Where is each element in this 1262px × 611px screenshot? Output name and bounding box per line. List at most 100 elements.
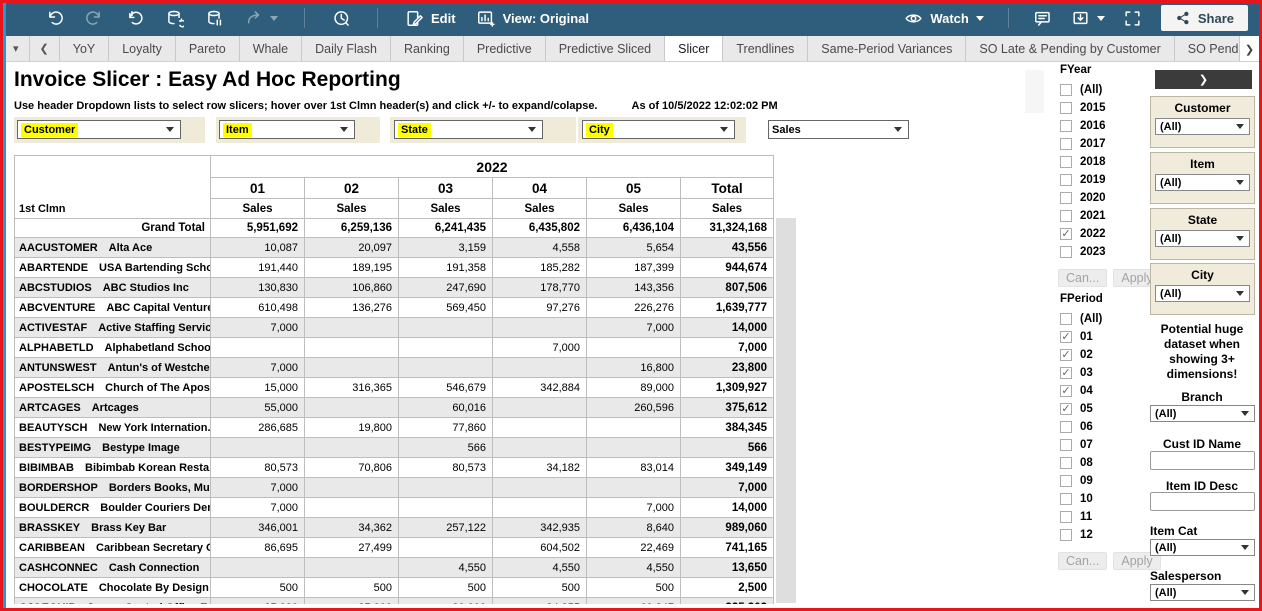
sales-value[interactable]: 19,800 (305, 418, 399, 438)
item-filter-dropdown[interactable]: (All) (1155, 174, 1250, 191)
sales-value[interactable]: 316,365 (305, 378, 399, 398)
sales-value[interactable]: 7,000 (211, 478, 305, 498)
sales-value[interactable]: 191,440 (211, 258, 305, 278)
sales-value[interactable]: 226,276 (587, 298, 681, 318)
fperiod-cancel-button[interactable]: Can... (1058, 552, 1107, 570)
row-total-value[interactable]: 23,800 (681, 358, 774, 378)
sales-value[interactable]: 136,276 (305, 298, 399, 318)
item-cat-dropdown[interactable]: (All) (1150, 539, 1255, 556)
state-slicer-dropdown[interactable]: State (394, 120, 543, 139)
sales-value[interactable]: 34,362 (305, 518, 399, 538)
sales-value[interactable]: 546,679 (399, 378, 493, 398)
sales-value[interactable]: 27,499 (305, 538, 399, 558)
sales-value[interactable]: 143,356 (587, 278, 681, 298)
row-label[interactable]: BORDERSHOP Borders Books, Mus.. (15, 478, 211, 498)
measure-dropdown[interactable]: Sales (768, 120, 909, 139)
unchecked-checkbox-icon[interactable] (1060, 210, 1072, 222)
pause-updates-icon[interactable] (204, 8, 224, 28)
sales-value[interactable]: 4,558 (493, 238, 587, 258)
fperiod-option-12[interactable]: 12 (1056, 526, 1148, 544)
sales-value[interactable] (211, 438, 305, 458)
fperiod-option-02[interactable]: ✓02 (1056, 346, 1148, 364)
row-label[interactable]: BEAUTYSCH New York Internation.. (15, 418, 211, 438)
sales-value[interactable]: 257,122 (399, 518, 493, 538)
row-total-value[interactable]: 741,165 (681, 538, 774, 558)
fyear-option-2023[interactable]: 2023 (1056, 243, 1148, 261)
salesperson-dropdown[interactable]: (All) (1150, 584, 1255, 601)
fperiod-option-all[interactable]: (All) (1056, 310, 1148, 328)
unchecked-checkbox-icon[interactable] (1060, 457, 1072, 469)
grand-total-value[interactable]: 5,951,692 (211, 219, 305, 238)
checked-checkbox-icon[interactable]: ✓ (1060, 367, 1072, 379)
grand-total-value[interactable]: 6,435,802 (493, 219, 587, 238)
period-header[interactable]: 01 (211, 178, 305, 199)
sales-value[interactable]: 83,014 (587, 458, 681, 478)
tab-pareto[interactable]: Pareto (176, 36, 240, 61)
unchecked-checkbox-icon[interactable] (1060, 529, 1072, 541)
sales-value[interactable]: 4,550 (587, 558, 681, 578)
sales-value[interactable] (399, 338, 493, 358)
fyear-option-2016[interactable]: 2016 (1056, 117, 1148, 135)
sales-value[interactable] (399, 498, 493, 518)
sales-value[interactable]: 60,247 (587, 598, 681, 605)
sales-value[interactable]: 55,000 (211, 398, 305, 418)
city-filter-dropdown[interactable]: (All) (1155, 285, 1250, 302)
row-label[interactable]: ANTUNSWEST Antun's of Westche.. (15, 358, 211, 378)
tab-scroll-left[interactable]: ❮ (30, 36, 60, 61)
sales-value[interactable] (493, 358, 587, 378)
row-label[interactable]: ARTCAGES Artcages (15, 398, 211, 418)
fyear-option-2021[interactable]: 2021 (1056, 207, 1148, 225)
tab-whale[interactable]: Whale (240, 36, 302, 61)
sales-value[interactable]: 70,806 (305, 458, 399, 478)
row-label[interactable]: BOULDERCR Boulder Couriers Den.. (15, 498, 211, 518)
row-total-value[interactable]: 7,000 (681, 478, 774, 498)
row-total-value[interactable]: 384,345 (681, 418, 774, 438)
view-original-button[interactable]: View: Original (476, 8, 589, 28)
row-label[interactable]: CJOEQUIP Jersey Central Office Eq.. (15, 598, 211, 605)
download-icon[interactable] (1071, 8, 1091, 28)
fyear-option-2017[interactable]: 2017 (1056, 135, 1148, 153)
period-header[interactable]: 04 (493, 178, 587, 199)
city-slicer-dropdown[interactable]: City (582, 120, 735, 139)
share-button[interactable]: Share (1161, 5, 1248, 31)
unchecked-checkbox-icon[interactable] (1060, 120, 1072, 132)
sales-value[interactable]: 106,860 (305, 278, 399, 298)
sales-value[interactable]: 500 (211, 578, 305, 598)
unchecked-checkbox-icon[interactable] (1060, 138, 1072, 150)
tab-yoy[interactable]: YoY (60, 36, 109, 61)
total-header[interactable]: Total (681, 178, 774, 199)
item-slicer-dropdown[interactable]: Item (219, 120, 355, 139)
checked-checkbox-icon[interactable]: ✓ (1060, 228, 1072, 240)
row-label[interactable]: ACTIVESTAF Active Staffing Service (15, 318, 211, 338)
unchecked-checkbox-icon[interactable] (1060, 313, 1072, 325)
fyear-option-2019[interactable]: 2019 (1056, 171, 1148, 189)
sales-value[interactable] (305, 438, 399, 458)
fullscreen-icon[interactable] (1123, 8, 1143, 28)
sales-value[interactable]: 247,690 (399, 278, 493, 298)
fperiod-option-01[interactable]: ✓01 (1056, 328, 1148, 346)
sales-value[interactable]: 500 (399, 578, 493, 598)
sales-value[interactable] (305, 558, 399, 578)
sales-value[interactable]: 286,685 (211, 418, 305, 438)
sales-value[interactable]: 500 (305, 578, 399, 598)
fyear-cancel-button[interactable]: Can... (1058, 269, 1107, 287)
sales-value[interactable]: 8,640 (587, 518, 681, 538)
sales-value[interactable] (493, 478, 587, 498)
sales-value[interactable]: 500 (493, 578, 587, 598)
unchecked-checkbox-icon[interactable] (1060, 475, 1072, 487)
sales-value[interactable]: 34,182 (493, 458, 587, 478)
sales-value[interactable]: 566 (399, 438, 493, 458)
sales-value[interactable]: 85,000 (305, 598, 399, 605)
grand-total-value[interactable]: 31,324,168 (681, 219, 774, 238)
tab-scroll-right[interactable]: ❯ (1239, 36, 1259, 62)
tab-predictive-sliced[interactable]: Predictive Sliced (546, 36, 665, 61)
sales-value[interactable] (587, 418, 681, 438)
tab-slicer[interactable]: Slicer (665, 36, 723, 61)
fperiod-option-03[interactable]: ✓03 (1056, 364, 1148, 382)
tab-loyalty[interactable]: Loyalty (109, 36, 176, 61)
sales-value[interactable]: 80,573 (399, 458, 493, 478)
branch-dropdown[interactable]: (All) (1150, 405, 1255, 422)
state-filter-dropdown[interactable]: (All) (1155, 230, 1250, 247)
row-total-value[interactable]: 7,000 (681, 338, 774, 358)
sales-value[interactable] (305, 498, 399, 518)
